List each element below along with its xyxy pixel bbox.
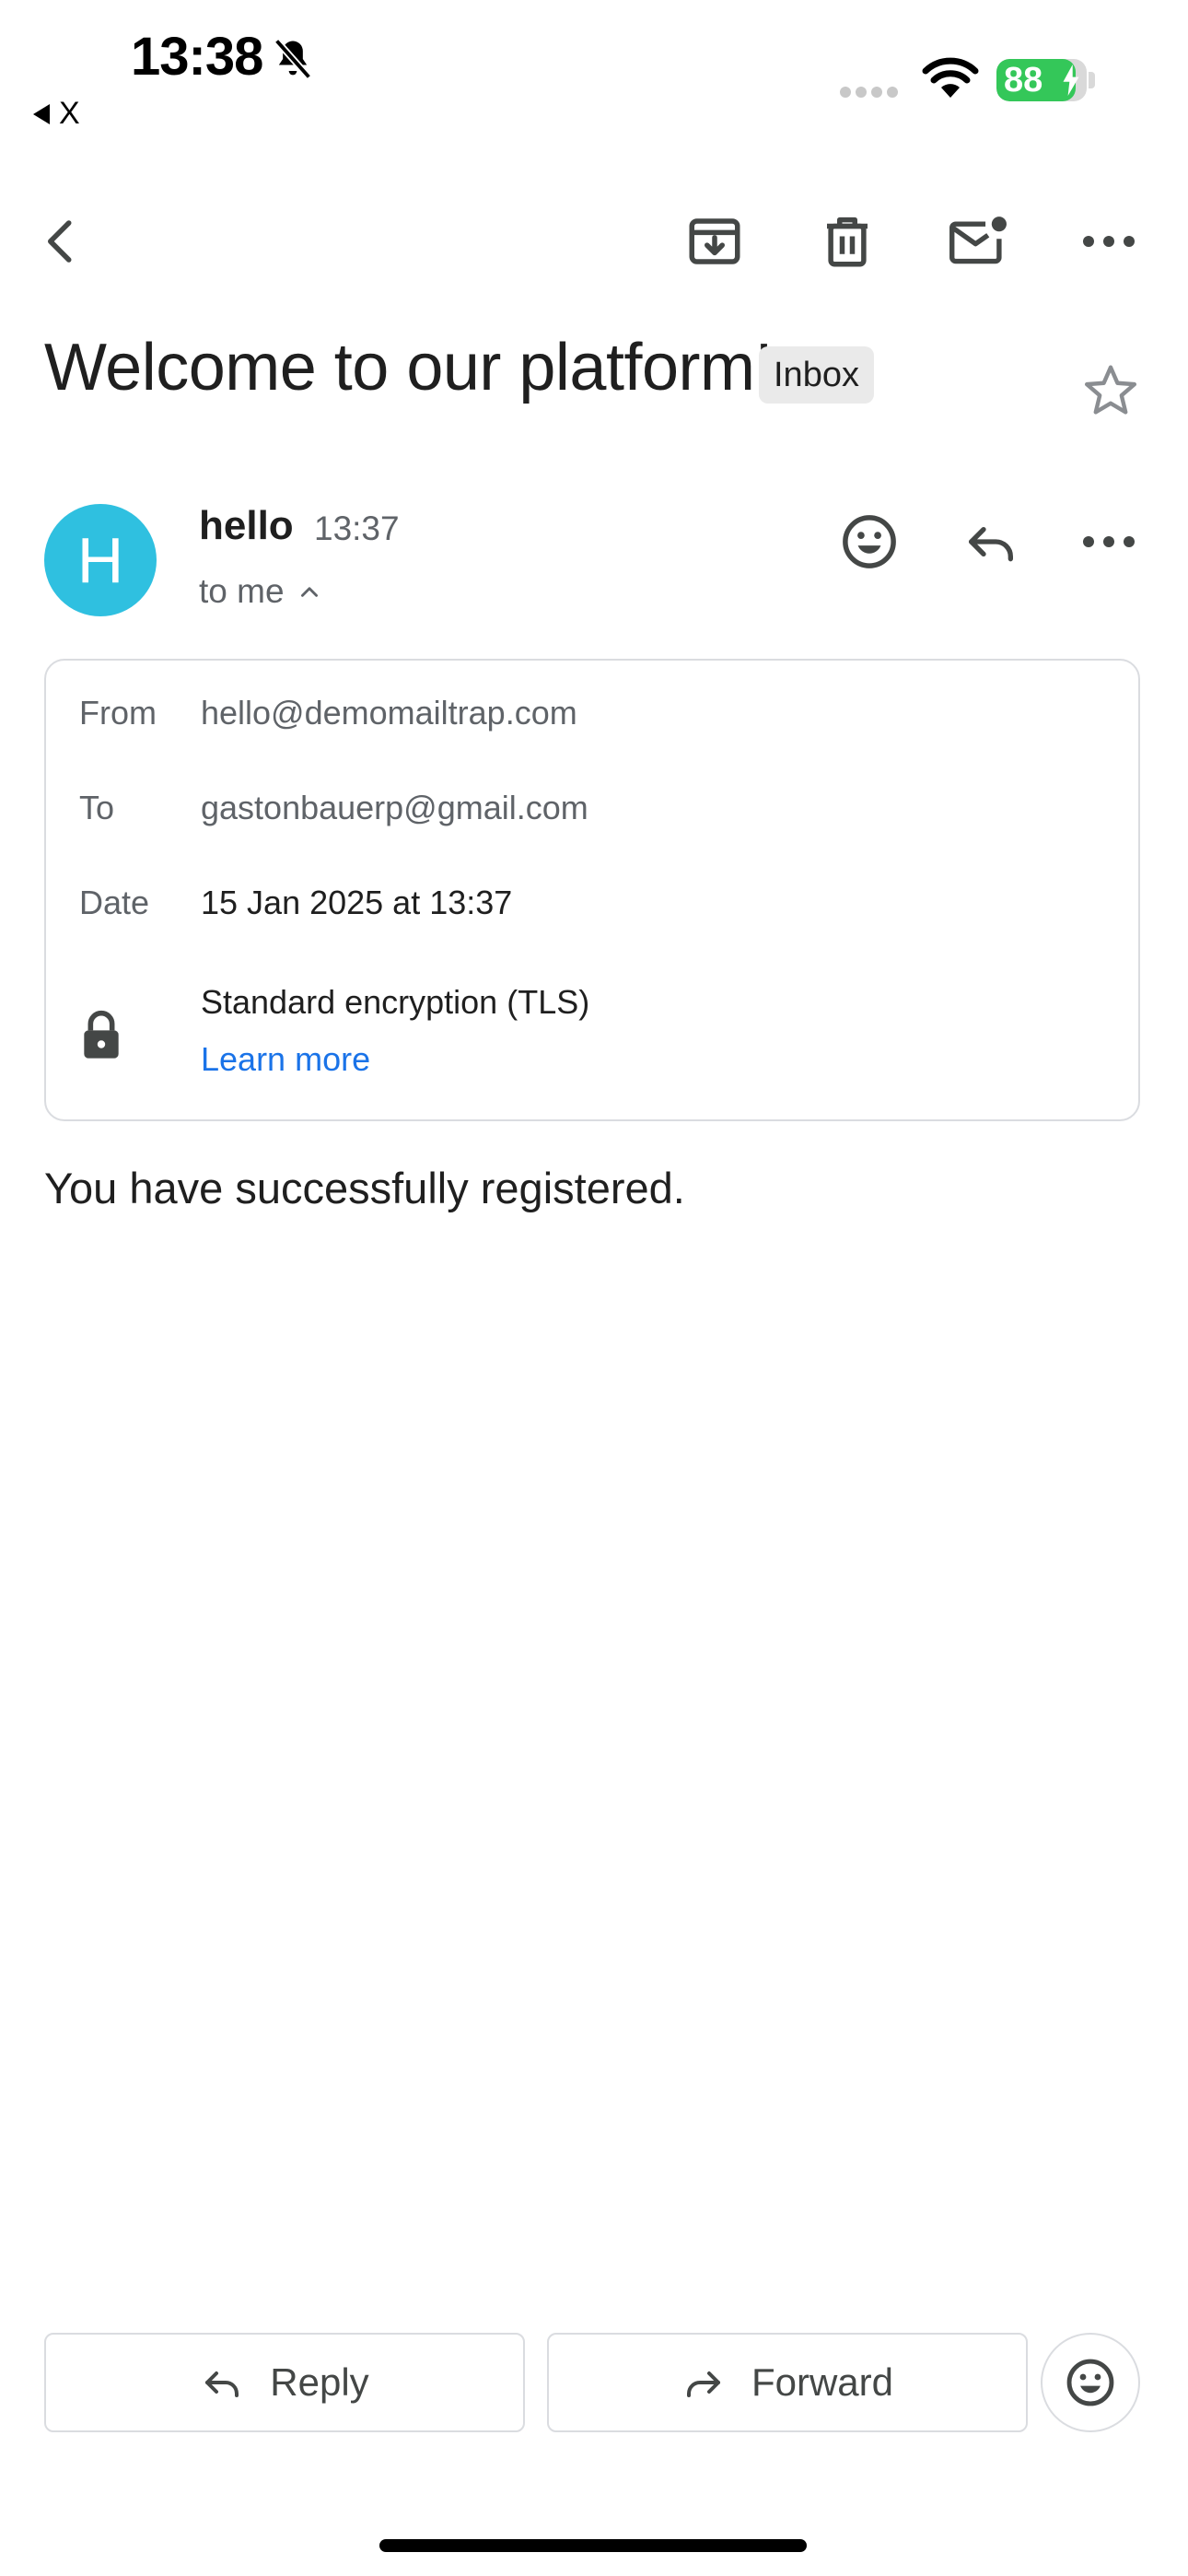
from-value[interactable]: hello@demomailtrap.com xyxy=(201,694,577,732)
bell-muted-icon xyxy=(269,35,317,83)
date-value: 15 Jan 2025 at 13:37 xyxy=(201,884,513,921)
reply-icon-button[interactable] xyxy=(952,503,1030,580)
more-horizontal-icon xyxy=(1083,236,1135,247)
smiley-icon xyxy=(1066,2359,1114,2406)
trash-icon xyxy=(827,217,868,267)
recipient-toggle[interactable]: to me xyxy=(199,572,321,611)
archive-icon xyxy=(689,218,740,264)
from-label: From xyxy=(79,694,157,732)
date-label: Date xyxy=(79,884,150,921)
chevron-up-icon xyxy=(300,587,318,597)
chevron-left-icon xyxy=(48,220,72,263)
smiley-icon xyxy=(843,515,896,568)
to-value[interactable]: gastonbauerp@gmail.com xyxy=(201,789,588,827)
forward-button[interactable]: Forward xyxy=(547,2333,1028,2432)
back-triangle-icon xyxy=(33,103,50,124)
message-time: 13:37 xyxy=(314,509,400,547)
react-emoji-button[interactable] xyxy=(1041,2333,1140,2432)
add-reaction-button[interactable] xyxy=(831,503,908,580)
battery-cap xyxy=(1089,72,1095,88)
message-details-card: From hello@demomailtrap.com To gastonbau… xyxy=(44,659,1140,1121)
delete-button[interactable] xyxy=(809,203,886,280)
charging-bolt-icon xyxy=(1063,64,1079,96)
more-options-button[interactable] xyxy=(1070,203,1147,280)
email-subject: Welcome to our platform! xyxy=(44,331,773,404)
sender-avatar[interactable]: H xyxy=(44,504,157,616)
wifi-icon xyxy=(921,57,980,101)
learn-more-link[interactable]: Learn more xyxy=(201,1040,370,1079)
cellular-signal-icon xyxy=(840,87,903,100)
message-more-button[interactable] xyxy=(1070,503,1147,580)
inbox-label-chip[interactable]: Inbox xyxy=(759,346,874,404)
back-button[interactable] xyxy=(22,203,99,280)
back-app-label: X xyxy=(59,96,80,131)
archive-button[interactable] xyxy=(676,203,753,280)
lock-icon xyxy=(79,1009,123,1060)
reply-icon xyxy=(205,2371,239,2397)
encryption-text: Standard encryption (TLS) xyxy=(201,983,590,1021)
star-icon xyxy=(1084,365,1137,415)
reply-label: Reply xyxy=(270,2360,369,2404)
star-button[interactable] xyxy=(1074,354,1147,427)
mail-unread-icon xyxy=(949,217,1007,264)
forward-icon xyxy=(686,2371,720,2397)
home-indicator[interactable] xyxy=(379,2539,807,2552)
battery-percent: 88 xyxy=(1004,61,1043,100)
more-horizontal-icon xyxy=(1083,536,1135,547)
forward-label: Forward xyxy=(751,2360,894,2404)
battery-indicator: 88 xyxy=(996,59,1087,101)
reply-icon xyxy=(969,527,1013,562)
status-time: 13:38 xyxy=(131,27,263,87)
recipient-summary: to me xyxy=(199,572,285,610)
reply-button[interactable]: Reply xyxy=(44,2333,525,2432)
back-to-app[interactable]: X xyxy=(33,96,80,132)
mark-unread-button[interactable] xyxy=(939,203,1017,280)
email-body: You have successfully registered. xyxy=(44,1164,685,1212)
sender-name[interactable]: hello xyxy=(199,503,294,549)
to-label: To xyxy=(79,789,115,826)
